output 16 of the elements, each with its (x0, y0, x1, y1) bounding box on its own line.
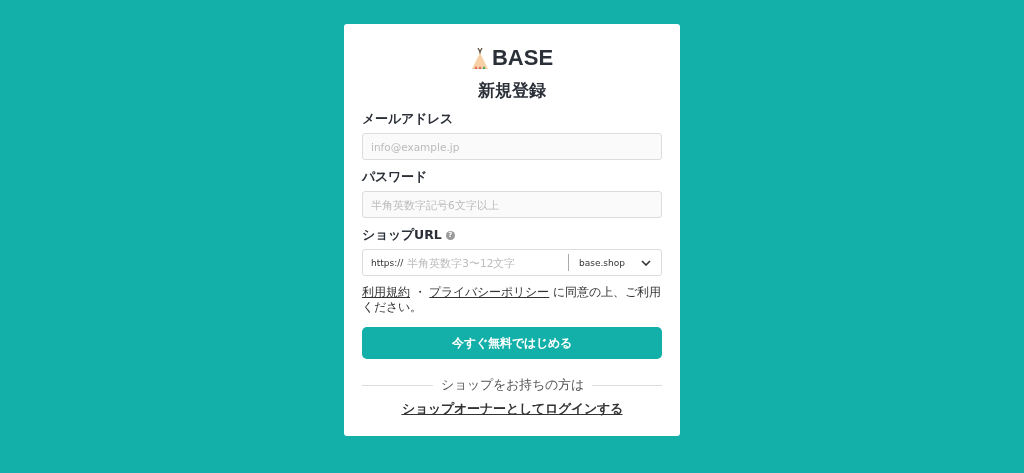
chevron-down-icon (641, 259, 651, 266)
divider-text: ショップをお持ちの方は (440, 377, 584, 394)
logo-text: BASE (491, 46, 554, 70)
tent-icon (470, 48, 489, 70)
field-label: パスワード (362, 168, 427, 186)
url-prefix: https:// (371, 257, 404, 268)
terms-link[interactable]: プライバシーポリシー (429, 285, 550, 299)
terms-link[interactable]: 利用規約 (362, 285, 410, 299)
url-field[interactable]: https:// 半角英数字3〜12文字 base.shop (362, 249, 662, 276)
field-label: ショップURL (362, 226, 442, 244)
login-link[interactable]: ショップオーナーとしてログインする (401, 401, 623, 418)
field-label: メールアドレス (362, 110, 453, 128)
input-field[interactable]: info@example.jp (362, 133, 662, 160)
page-title: 新規登録 (477, 79, 547, 102)
domain-select[interactable]: base.shop (568, 254, 661, 271)
terms-text: 利用規約 ・ プライバシーポリシー に同意の上、ご利用ください。 (362, 285, 662, 315)
